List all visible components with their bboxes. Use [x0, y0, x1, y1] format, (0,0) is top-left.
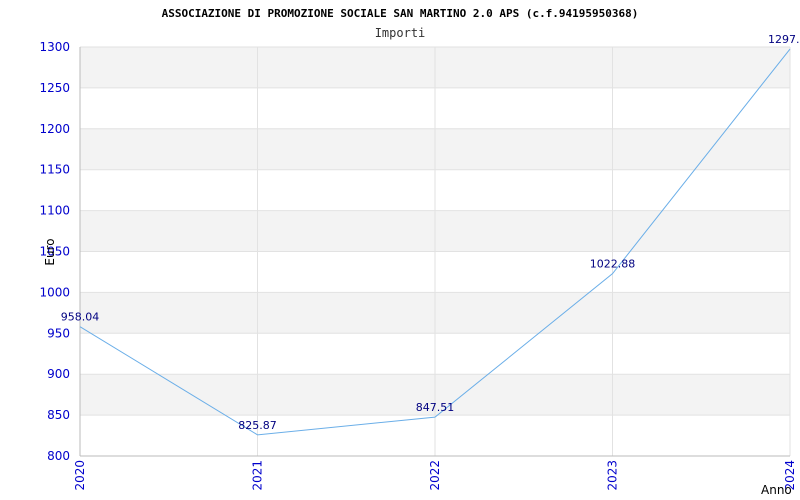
chart-title: ASSOCIAZIONE DI PROMOZIONE SOCIALE SAN M… [162, 7, 639, 20]
y-tick-label: 950 [47, 326, 70, 340]
y-tick-label: 1300 [39, 40, 70, 54]
x-tick-label: 2023 [606, 460, 620, 491]
y-tick-label: 1200 [39, 122, 70, 136]
data-label: 958.04 [61, 311, 100, 324]
data-label: 1022.88 [590, 258, 636, 271]
y-tick-label: 900 [47, 367, 70, 381]
x-tick-label: 2022 [428, 460, 442, 491]
chart-subtitle: Importi [375, 26, 426, 40]
y-tick-label: 1250 [39, 81, 70, 95]
y-tick-label: 800 [47, 449, 70, 463]
data-label: 847.51 [416, 401, 455, 414]
x-tick-label: 2021 [251, 460, 265, 491]
x-tick-label: 2020 [73, 460, 87, 491]
chart-canvas: ASSOCIAZIONE DI PROMOZIONE SOCIALE SAN M… [39, 7, 800, 497]
y-tick-label: 1100 [39, 204, 70, 218]
x-tick-labels: 2020 2021 2022 2023 2024 [73, 460, 797, 491]
y-axis-label: Euro [43, 238, 57, 265]
data-label: 1297.5 [768, 33, 800, 46]
x-axis-label: Anno [761, 483, 792, 497]
y-tick-label: 1000 [39, 285, 70, 299]
y-tick-label: 1150 [39, 163, 70, 177]
y-tick-label: 850 [47, 408, 70, 422]
data-label: 825.87 [238, 419, 277, 432]
